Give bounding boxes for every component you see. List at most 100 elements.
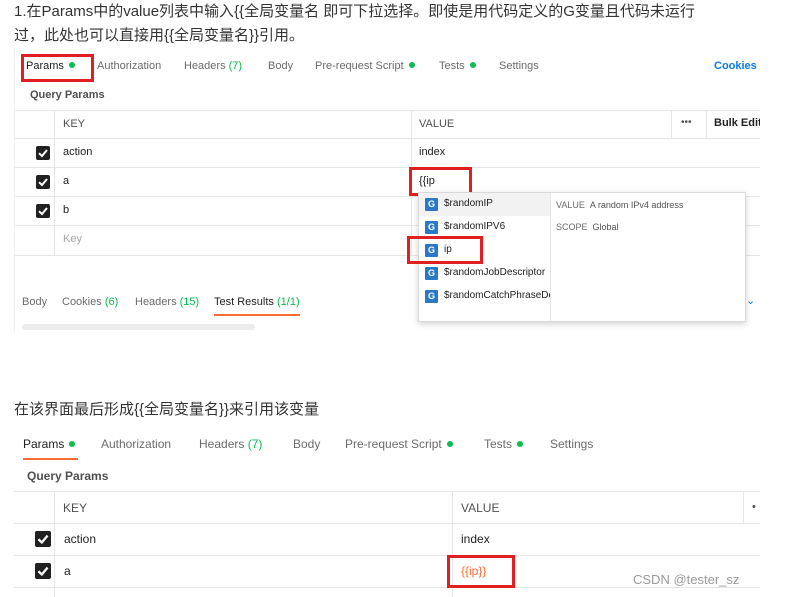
row-key[interactable]: action bbox=[63, 146, 92, 158]
pre-request-status-dot bbox=[446, 440, 453, 447]
row-key[interactable]: a bbox=[64, 564, 71, 578]
tab-tests-label: Tests bbox=[439, 60, 465, 72]
active-tab-underline bbox=[23, 458, 78, 460]
bulk-edit-button[interactable]: Bulk Edit bbox=[714, 117, 760, 129]
tab-tests[interactable]: Tests bbox=[484, 437, 524, 451]
row-checkbox-checked[interactable] bbox=[36, 204, 50, 218]
table-row-border bbox=[14, 555, 760, 556]
autocomplete-item[interactable]: G $randomJobDescriptor bbox=[419, 262, 550, 285]
table-row-border bbox=[14, 167, 760, 168]
tab-pre-request-label: Pre-request Script bbox=[315, 60, 404, 72]
params-status-dot bbox=[69, 440, 76, 447]
row-checkbox-checked[interactable] bbox=[35, 563, 51, 579]
response-tab-test-results[interactable]: Test Results (1/1) bbox=[214, 296, 300, 308]
autocomplete-item[interactable]: G $randomIP bbox=[419, 193, 550, 216]
row-checkbox-checked[interactable] bbox=[36, 146, 50, 160]
tab-headers[interactable]: Headers (7) bbox=[184, 60, 242, 72]
tab-body[interactable]: Body bbox=[268, 60, 293, 72]
query-params-title: Query Params bbox=[27, 469, 109, 483]
tests-status-dot bbox=[469, 62, 476, 69]
value-column-header: VALUE bbox=[461, 501, 500, 515]
highlight-variable-value bbox=[447, 555, 515, 588]
tab-pre-request-label: Pre-request Script bbox=[345, 437, 442, 451]
scope-detail-text: Global bbox=[592, 222, 619, 232]
response-tab-test-results-count: (1/1) bbox=[276, 296, 300, 308]
tab-headers-label: Headers bbox=[199, 437, 245, 451]
highlight-params-tab bbox=[21, 54, 94, 82]
response-tab-body[interactable]: Body bbox=[22, 296, 47, 308]
row-key[interactable]: b bbox=[63, 204, 69, 216]
tab-body[interactable]: Body bbox=[293, 437, 320, 451]
tab-authorization[interactable]: Authorization bbox=[97, 60, 161, 72]
table-col-divider bbox=[671, 110, 672, 138]
row-value[interactable]: index bbox=[461, 532, 490, 546]
more-options-icon[interactable]: • bbox=[752, 501, 756, 513]
row-key[interactable]: a bbox=[63, 175, 69, 187]
more-options-icon[interactable]: ••• bbox=[681, 117, 692, 128]
response-tab-cookies-label: Cookies bbox=[62, 296, 102, 308]
article-text-step1-line2: 过，此处也可以直接用{{全局变量名}}引用。 bbox=[14, 27, 305, 44]
pre-request-status-dot bbox=[408, 62, 415, 69]
tab-headers-count: (7) bbox=[247, 437, 263, 451]
tests-status-dot bbox=[517, 440, 524, 447]
response-tab-cookies-count: (6) bbox=[104, 296, 119, 308]
tab-tests-label: Tests bbox=[484, 437, 513, 451]
tab-headers[interactable]: Headers (7) bbox=[199, 437, 262, 451]
response-tab-test-results-label: Test Results bbox=[214, 296, 274, 308]
row-checkbox-checked[interactable] bbox=[35, 531, 51, 547]
highlight-ip-option bbox=[407, 236, 483, 264]
watermark-text: CSDN @tester_sz bbox=[633, 572, 740, 587]
global-variable-badge: G bbox=[425, 267, 438, 280]
table-header-border bbox=[14, 523, 760, 524]
chevron-down-icon[interactable]: ⌄ bbox=[746, 294, 755, 307]
dropdown-divider bbox=[550, 193, 551, 321]
response-tab-headers-label: Headers bbox=[135, 296, 177, 308]
autocomplete-item-label: $randomIPV6 bbox=[444, 221, 506, 232]
response-tab-headers-count: (15) bbox=[179, 296, 200, 308]
tab-headers-count: (7) bbox=[228, 60, 243, 72]
value-detail-label: VALUE bbox=[556, 200, 585, 210]
article-text-step1-line1: 1.在Params中的value列表中输入{{全局变量名 即可下拉选择。即使是用… bbox=[14, 3, 695, 20]
autocomplete-item-label: $randomCatchPhraseDescriptor bbox=[444, 290, 550, 301]
left-edge bbox=[14, 48, 15, 332]
tab-params[interactable]: Params bbox=[23, 437, 76, 451]
scope-detail-label: SCOPE bbox=[556, 222, 588, 232]
response-tab-cookies[interactable]: Cookies (6) bbox=[62, 296, 118, 308]
table-header-border bbox=[14, 138, 760, 139]
variable-detail-value: VALUE A random IPv4 address bbox=[556, 200, 683, 210]
article-text-step2: 在该界面最后形成{{全局变量名}}来引用该变量 bbox=[14, 401, 320, 418]
key-column-header: KEY bbox=[63, 118, 86, 130]
variable-detail-scope: SCOPE Global bbox=[556, 222, 619, 232]
response-tab-headers[interactable]: Headers (15) bbox=[135, 296, 199, 308]
tab-settings[interactable]: Settings bbox=[499, 60, 539, 72]
query-params-title: Query Params bbox=[30, 89, 105, 101]
tab-tests[interactable]: Tests bbox=[439, 60, 476, 72]
tab-pre-request-script[interactable]: Pre-request Script bbox=[345, 437, 453, 451]
autocomplete-item[interactable]: G $randomCatchPhraseDescriptor bbox=[419, 285, 550, 308]
tab-params-label: Params bbox=[23, 437, 65, 451]
row-value[interactable]: index bbox=[419, 146, 445, 158]
value-detail-text: A random IPv4 address bbox=[589, 200, 684, 210]
tab-settings[interactable]: Settings bbox=[550, 437, 593, 451]
global-variable-badge: G bbox=[425, 290, 438, 303]
result-progress-bar bbox=[22, 324, 255, 330]
autocomplete-item-label: $randomJobDescriptor bbox=[444, 267, 546, 278]
cookies-link[interactable]: Cookies bbox=[714, 60, 757, 72]
table-col-divider bbox=[54, 110, 55, 255]
row-checkbox-checked[interactable] bbox=[36, 175, 50, 189]
new-key-placeholder[interactable]: Key bbox=[63, 233, 82, 245]
tab-authorization[interactable]: Authorization bbox=[101, 437, 171, 451]
global-variable-badge: G bbox=[425, 221, 438, 234]
table-col-divider bbox=[54, 491, 55, 597]
tab-headers-label: Headers bbox=[184, 60, 226, 72]
tab-pre-request-script[interactable]: Pre-request Script bbox=[315, 60, 415, 72]
table-col-divider bbox=[706, 110, 707, 138]
value-column-header: VALUE bbox=[419, 118, 455, 130]
key-column-header: KEY bbox=[63, 501, 88, 515]
active-tab-underline bbox=[214, 314, 300, 316]
autocomplete-item-label: $randomIP bbox=[444, 198, 493, 209]
row-key[interactable]: action bbox=[64, 532, 96, 546]
global-variable-badge: G bbox=[425, 198, 438, 211]
table-top-border bbox=[14, 491, 760, 492]
table-row-border bbox=[14, 587, 760, 588]
